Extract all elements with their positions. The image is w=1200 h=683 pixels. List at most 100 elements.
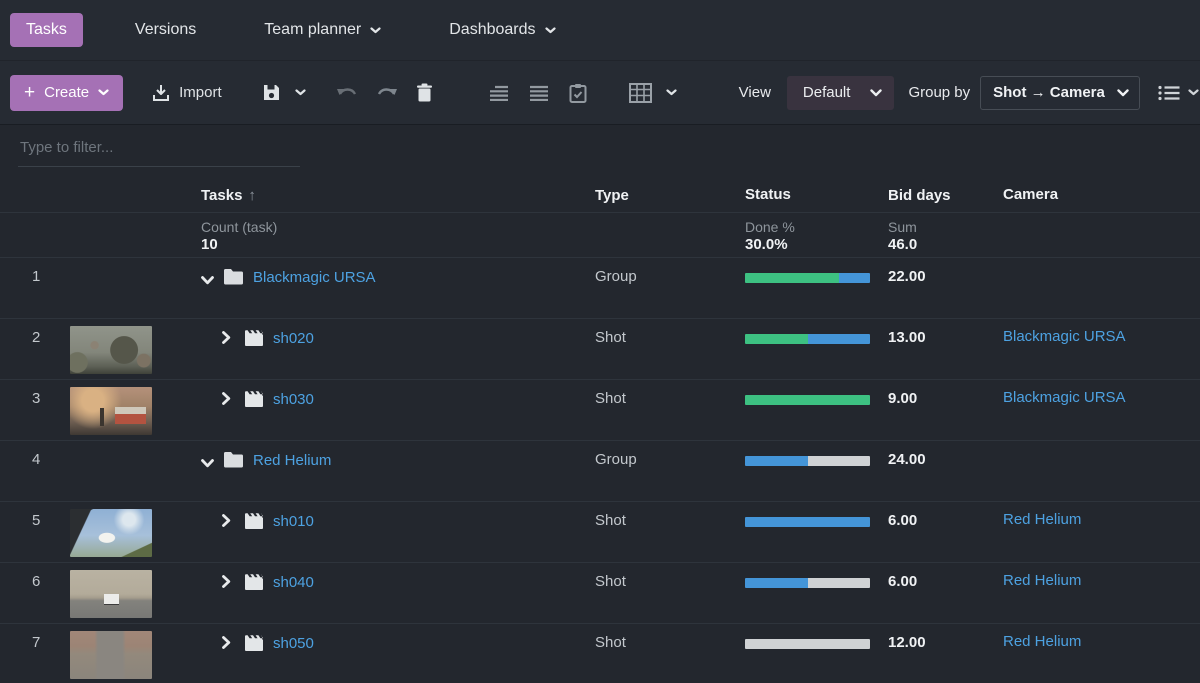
toolbar: + Create Import [0,61,1200,125]
shot-link[interactable]: sh030 [273,390,314,410]
chevron-down-icon [666,89,677,96]
camera-link[interactable]: Blackmagic URSA [1003,389,1126,406]
type-cell: Group [595,441,745,501]
group-row: 4Red HeliumGroup24.00 [0,441,1200,502]
chevron-right-icon[interactable] [222,392,235,410]
filter-input[interactable] [18,131,300,167]
row-number: 1 [0,258,60,318]
status-cell [745,258,885,318]
view-select[interactable]: Default [787,76,895,110]
tab-tasks[interactable]: Tasks [10,13,83,47]
camera-link[interactable]: Red Helium [1003,572,1081,589]
redo-button[interactable] [376,86,398,100]
column-header-type[interactable]: Type [595,187,745,204]
chevron-down-icon[interactable] [201,455,214,473]
grid-view-button[interactable] [629,83,652,103]
task-name-cell: sh030 [197,380,595,440]
list-options-button[interactable] [1158,85,1199,101]
group-link[interactable]: Red Helium [253,451,331,471]
shot-link[interactable]: sh040 [273,573,314,593]
tab-versions[interactable]: Versions [119,13,212,47]
chevron-down-icon [295,89,306,96]
clipboard-check-icon [569,83,587,103]
shot-clapper-icon [244,390,264,412]
delete-button[interactable] [416,83,433,102]
type-cell: Group [595,258,745,318]
chevron-down-icon [870,89,882,97]
status-segment-gray [808,578,871,588]
shot-thumbnail[interactable] [70,631,152,679]
shot-row: 6sh040Shot6.00Red Helium [0,563,1200,624]
task-checklist-button[interactable] [569,83,587,103]
folder-icon [223,451,244,473]
import-label: Import [179,84,222,101]
save-dropdown-button[interactable] [295,89,306,96]
shot-thumbnail[interactable] [70,570,152,618]
chevron-right-icon[interactable] [222,331,235,349]
chevron-down-icon [370,27,381,34]
camera-cell: Blackmagic URSA [1003,380,1200,440]
group-by-select[interactable]: Shot → Camera [980,76,1140,110]
expand-groups-button[interactable] [529,85,549,101]
shot-link[interactable]: sh020 [273,329,314,349]
chevron-down-icon[interactable] [201,272,214,290]
camera-link[interactable]: Red Helium [1003,633,1081,650]
shot-thumbnail[interactable] [70,509,152,557]
thumbnail-cell [60,380,197,440]
shot-thumbnail[interactable] [70,387,152,435]
tab-team-planner[interactable]: Team planner [248,13,397,47]
undo-button[interactable] [336,86,358,100]
type-cell: Shot [595,502,745,562]
view-select-value: Default [803,84,851,101]
chevron-right-icon[interactable] [222,636,235,654]
shot-thumbnail[interactable] [70,326,152,374]
camera-cell: Red Helium [1003,624,1200,683]
shot-clapper-icon [244,634,264,656]
tab-dashboards[interactable]: Dashboards [433,13,571,47]
shot-link[interactable]: sh010 [273,512,314,532]
column-header-status[interactable]: Status [745,186,885,204]
undo-icon [336,86,358,100]
grid-view-dropdown[interactable] [666,89,677,96]
chevron-right-icon[interactable] [222,575,235,593]
task-name-cell: sh010 [197,502,595,562]
status-segment-blue [745,456,808,466]
status-cell [745,563,885,623]
row-number: 3 [0,380,60,440]
collapse-groups-button[interactable] [489,85,509,101]
shot-link[interactable]: sh050 [273,634,314,654]
chevron-down-icon [1117,89,1129,97]
bid-days-cell: 22.00 [885,258,1003,318]
status-cell [745,502,885,562]
column-header-tasks[interactable]: Tasks ↑ [197,187,595,204]
save-button[interactable] [262,83,281,102]
status-segment-blue [745,578,808,588]
camera-link[interactable]: Red Helium [1003,511,1081,528]
import-button[interactable]: Import [151,83,222,103]
tab-versions-label: Versions [135,21,196,39]
bid-days-cell: 6.00 [885,563,1003,623]
group-link[interactable]: Blackmagic URSA [253,268,376,288]
status-progress-bar [745,578,870,588]
thumbnail-cell [60,502,197,562]
summary-status: Done % 30.0% [745,219,885,257]
thumbnail-cell [60,563,197,623]
table-grid-icon [629,83,652,103]
column-header-bid-days[interactable]: Bid days [885,187,1003,204]
camera-link[interactable]: Blackmagic URSA [1003,328,1126,345]
status-cell [745,624,885,683]
tab-team-planner-label: Team planner [264,21,361,39]
chevron-right-icon[interactable] [222,514,235,532]
camera-cell: Blackmagic URSA [1003,319,1200,379]
sort-asc-icon: ↑ [248,187,256,204]
column-header-camera[interactable]: Camera [1003,186,1200,204]
status-progress-bar [745,334,870,344]
group-by-label: Group by [908,84,970,101]
create-button[interactable]: + Create [10,75,123,111]
camera-cell [1003,441,1200,501]
status-segment-green [745,395,870,405]
plus-icon: + [24,83,35,102]
status-cell [745,441,885,501]
type-cell: Shot [595,624,745,683]
status-cell [745,380,885,440]
